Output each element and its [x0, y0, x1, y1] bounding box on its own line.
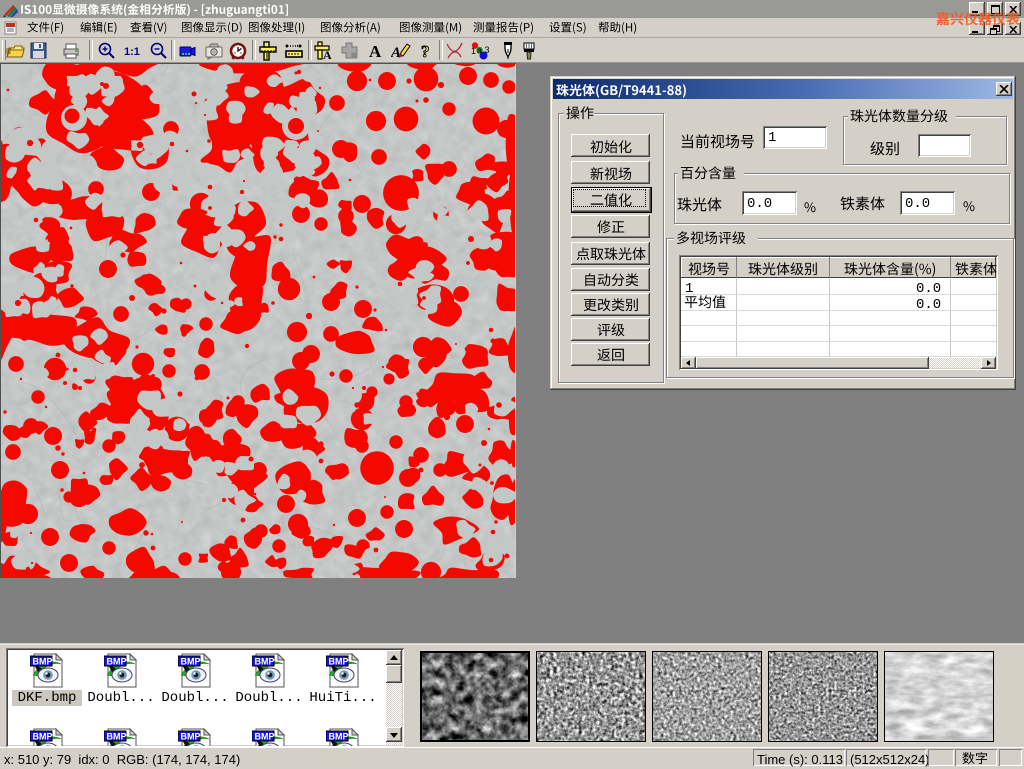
svg-text:a: a — [477, 46, 482, 56]
svg-text:1:1: 1:1 — [124, 46, 140, 58]
svg-text:A: A — [369, 42, 382, 61]
svg-text:A: A — [323, 48, 332, 61]
svg-text:3: 3 — [485, 45, 490, 55]
svg-text:1: 1 — [471, 46, 476, 56]
svg-text:?: ? — [421, 42, 430, 61]
svg-text:A: A — [391, 45, 401, 61]
